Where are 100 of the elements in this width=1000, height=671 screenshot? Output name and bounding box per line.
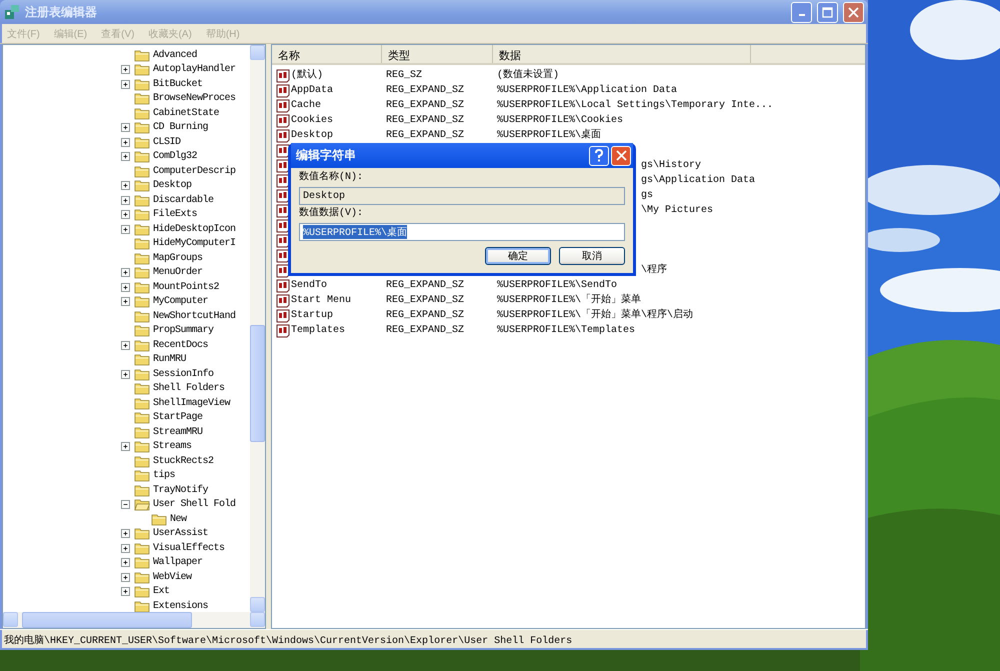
tree-item[interactable]: ComputerDescrip [153,166,236,177]
tree-item[interactable]: StuckRects2 [153,456,214,467]
tree-item[interactable]: ComDlg32 [153,151,198,162]
expand-icon[interactable] [121,558,130,568]
tree-item[interactable]: TrayNotify [153,484,208,496]
tree-item[interactable]: SessionInfo [153,368,214,380]
tree-item[interactable]: RecentDocs [153,340,208,351]
tree-item[interactable]: StartPage [153,412,203,424]
value-name-field[interactable]: Desktop [299,187,625,205]
value-name: (默认) [291,70,324,81]
value-name: AppData [291,85,334,96]
tree-item[interactable]: tips [153,470,176,482]
value-data: gs [641,189,654,202]
tree-item[interactable]: WebView [153,572,192,583]
value-data: %USERPROFILE%\Templates [497,324,636,337]
tree-item[interactable]: RunMRU [153,354,186,366]
tree-item[interactable]: MenuOrder [153,267,203,278]
expand-icon[interactable] [121,442,130,452]
folder-icon [134,106,150,120]
tree-item[interactable]: FileExts [153,209,198,220]
tree-item[interactable]: PropSummary [153,325,214,336]
expand-icon[interactable] [121,340,130,350]
tree-item[interactable]: VisualEffects [153,542,225,554]
tree-item[interactable]: Advanced [153,50,198,61]
expand-icon[interactable] [121,210,130,220]
value-type: REG_EXPAND_SZ [386,115,464,126]
tree-item[interactable]: HideMyComputerI [153,238,236,250]
expand-icon[interactable] [121,65,130,74]
expand-icon[interactable] [121,123,130,132]
field-label: 数值名称(N): [299,172,364,184]
folder-icon [134,426,150,439]
help-button[interactable] [589,146,609,166]
string-value-icon [276,144,290,158]
tree-item[interactable]: BitBucket [153,78,203,90]
string-value-icon [276,234,290,248]
value-name: SendTo [291,280,328,291]
expand-icon[interactable] [121,80,130,89]
tree-item[interactable]: Shell Folders [153,383,225,394]
tree-item[interactable]: Streams [153,441,192,452]
dialog-title: 编辑字符串 [296,147,357,164]
folder-icon [134,570,150,584]
tree-item[interactable]: BrowseNewProces [153,93,236,104]
minimize-button[interactable] [791,2,812,22]
value-name: Cookies [291,115,334,126]
close-button[interactable] [843,2,864,22]
tree-item[interactable]: Ext [153,586,170,598]
tree-item[interactable]: MountPoints2 [153,282,220,293]
folder-icon [134,338,150,352]
string-value-icon [276,98,290,112]
expand-icon[interactable] [121,282,130,292]
tree-item[interactable]: AutoplayHandler [153,64,236,76]
expand-icon[interactable] [121,268,130,278]
expand-icon[interactable] [121,587,130,596]
tree-item[interactable]: User Shell Fold [153,499,236,510]
collapse-icon[interactable] [121,500,130,510]
dialog-button[interactable]: 确定 [485,247,551,265]
tree-item[interactable]: MyComputer [153,296,208,308]
maximize-button[interactable] [817,2,838,22]
vertical-scrollbar[interactable] [250,45,265,612]
tree-item[interactable]: Discardable [153,194,214,206]
expand-icon[interactable] [121,297,130,306]
tree-item[interactable]: Desktop [153,180,192,192]
folder-icon [134,382,150,396]
expand-icon[interactable] [121,138,130,147]
tree-item[interactable]: MapGroups [153,252,203,264]
tree-item[interactable]: CD Burning [153,122,208,134]
value-data: %USERPROFILE%\Local Settings\Temporary Inte... [497,99,774,112]
value-name: Startup [291,310,334,321]
folder-icon [134,63,150,76]
close-button[interactable] [611,146,631,166]
tree-item[interactable]: HideDesktopIcon [153,224,236,235]
expand-icon[interactable] [121,370,130,379]
folder-icon [134,194,150,207]
tree-item[interactable]: Wallpaper [153,557,203,568]
dialog-button[interactable]: 取消 [559,247,625,265]
value-data-field[interactable]: %USERPROFILE%\桌面 [299,223,625,241]
tree-item[interactable]: CLSID [153,136,181,148]
tree-item[interactable]: CabinetState [153,108,220,119]
expand-icon[interactable] [121,196,130,205]
horizontal-scrollbar[interactable] [3,612,265,628]
tree-item[interactable]: NewShortcutHand [153,310,236,322]
expand-icon[interactable] [121,529,130,538]
expand-icon[interactable] [121,152,130,162]
folder-icon [134,295,150,308]
tree-item[interactable]: StreamMRU [153,426,203,438]
expand-icon[interactable] [121,181,130,190]
string-value-icon [276,218,290,232]
string-value-icon [276,278,290,292]
folder-icon [134,48,150,62]
folder-icon [134,310,150,323]
folder-icon [134,585,150,598]
tree-item[interactable]: UserAssist [153,528,208,540]
expand-icon[interactable] [121,224,130,234]
tree-item[interactable]: ShellImageView [153,398,230,409]
expand-icon[interactable] [121,544,130,553]
string-value-icon [276,128,290,142]
tree-item[interactable]: Extensions [153,600,208,612]
value-data: gs\Application Data [641,174,756,187]
tree-item[interactable]: New [170,514,187,525]
expand-icon[interactable] [121,572,130,582]
